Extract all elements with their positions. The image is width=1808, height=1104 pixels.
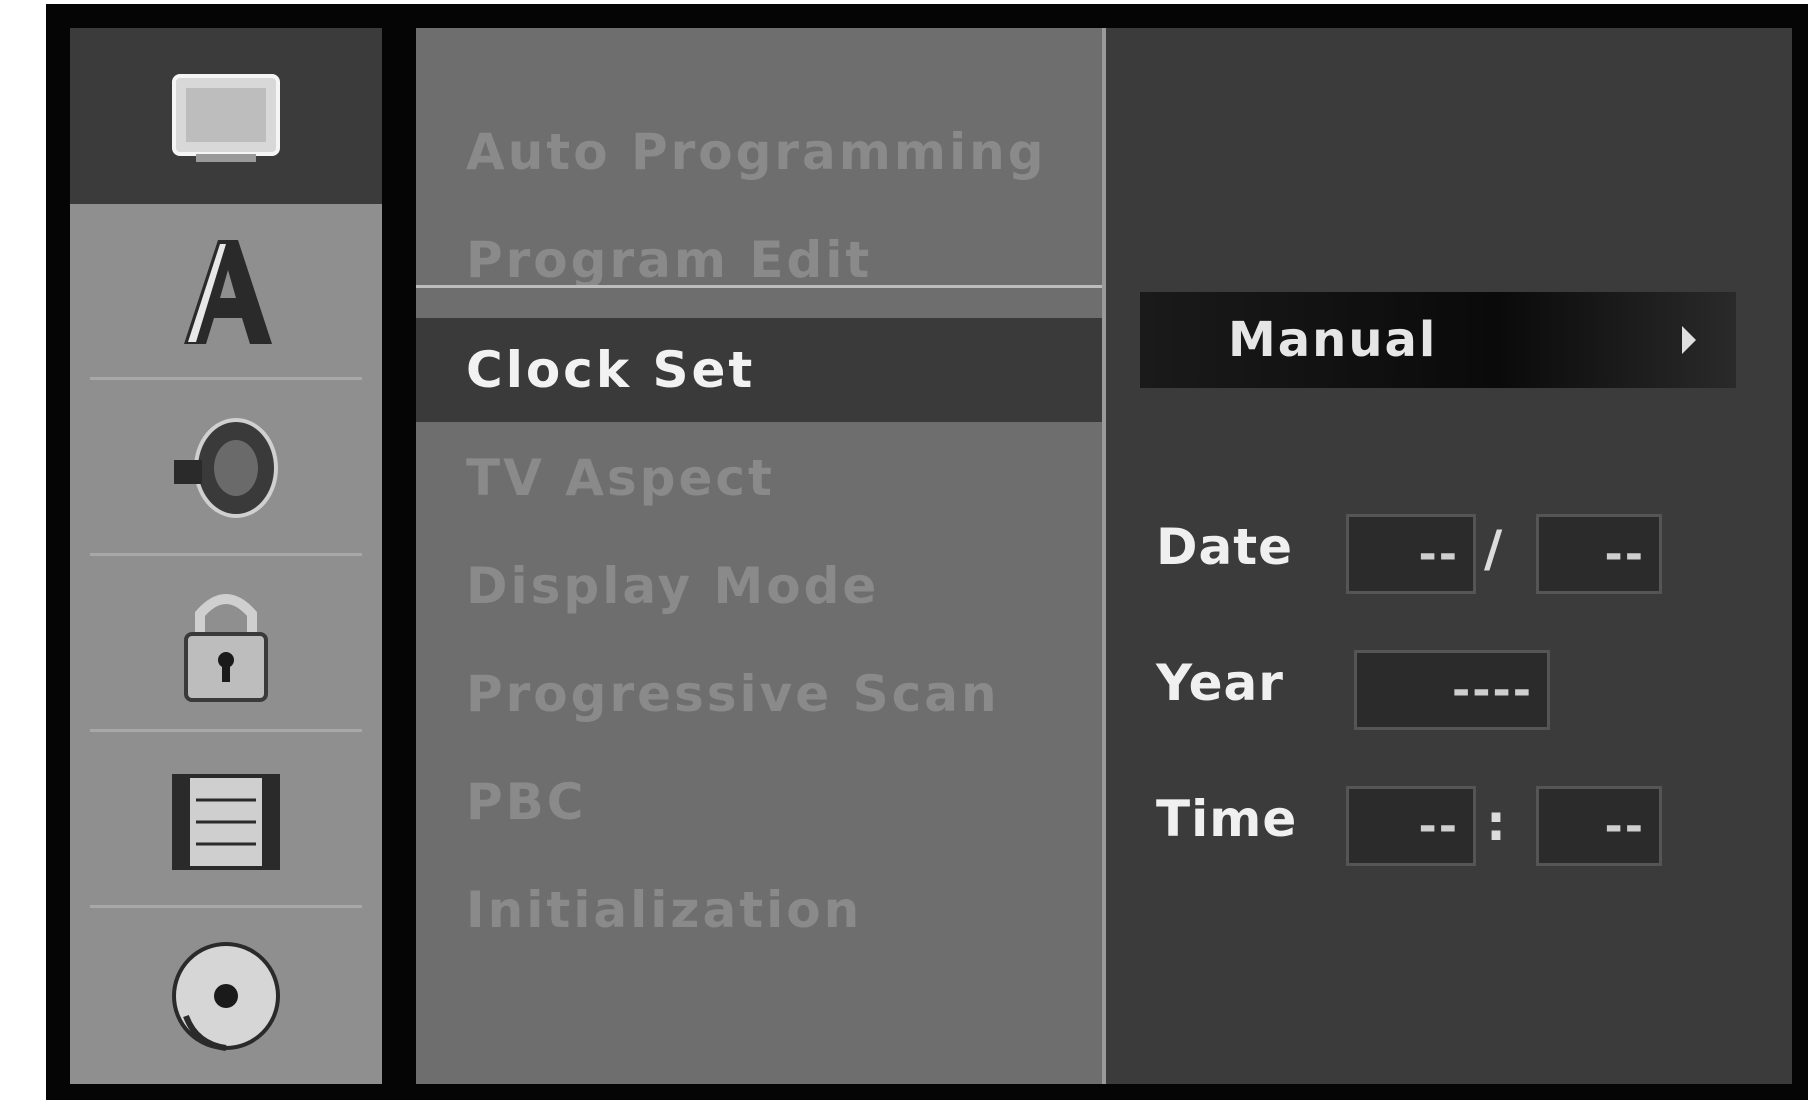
lock-icon (184, 594, 268, 702)
menu-item-clock-set[interactable]: Clock Set (416, 318, 1108, 422)
year-field[interactable]: ---- (1354, 650, 1550, 730)
sidebar-item-general[interactable] (70, 28, 382, 204)
arrow-right-icon (1682, 326, 1696, 354)
sidebar-item-recording[interactable] (70, 732, 382, 908)
category-sidebar (70, 28, 382, 1084)
clock-mode-value: Manual (1228, 312, 1438, 368)
speaker-icon (174, 418, 278, 518)
panel-divider (1102, 28, 1106, 1084)
date-month-field[interactable]: -- (1536, 514, 1662, 594)
time-hour-field[interactable]: -- (1346, 786, 1476, 866)
settings-menu: Auto Programming Program Edit Clock Set … (416, 28, 1108, 1084)
menu-item-label: Display Mode (466, 557, 880, 615)
menu-item-label: Program Edit (466, 231, 873, 289)
year-value: ---- (1451, 664, 1533, 716)
menu-divider (416, 285, 1108, 288)
menu-item-label: Auto Programming (466, 123, 1047, 181)
menu-item-pbc[interactable]: PBC (416, 750, 1108, 854)
language-a-icon (184, 240, 272, 344)
date-day-value: -- (1418, 528, 1459, 580)
menu-item-label: Progressive Scan (466, 665, 1000, 723)
sidebar-item-lock[interactable] (70, 556, 382, 732)
time-hour-value: -- (1418, 800, 1459, 852)
menu-item-initialization[interactable]: Initialization (416, 858, 1108, 962)
menu-item-progressive-scan[interactable]: Progressive Scan (416, 642, 1108, 746)
menu-item-label: Initialization (466, 881, 863, 939)
year-label: Year (1156, 654, 1284, 712)
menu-item-auto-programming[interactable]: Auto Programming (416, 100, 1108, 204)
menu-item-label: TV Aspect (466, 449, 775, 507)
tv-icon (172, 74, 280, 162)
sidebar-item-disc[interactable] (70, 908, 382, 1084)
clock-mode-selector[interactable]: Manual (1140, 292, 1736, 388)
sidebar-item-audio[interactable] (70, 380, 382, 556)
date-label: Date (1156, 518, 1294, 576)
time-separator: : (1486, 794, 1506, 852)
menu-item-tv-aspect[interactable]: TV Aspect (416, 426, 1108, 530)
date-month-value: -- (1604, 528, 1645, 580)
menu-item-label: Clock Set (466, 341, 756, 399)
menu-item-label: PBC (466, 773, 587, 831)
film-icon (172, 774, 280, 870)
disc-icon (172, 942, 280, 1051)
date-separator: / (1484, 520, 1503, 578)
time-label: Time (1156, 790, 1298, 848)
menu-item-program-edit[interactable]: Program Edit (416, 208, 1108, 312)
menu-item-display-mode[interactable]: Display Mode (416, 534, 1108, 638)
time-minute-value: -- (1604, 800, 1645, 852)
date-day-field[interactable]: -- (1346, 514, 1476, 594)
time-minute-field[interactable]: -- (1536, 786, 1662, 866)
sidebar-item-language[interactable] (70, 204, 382, 380)
